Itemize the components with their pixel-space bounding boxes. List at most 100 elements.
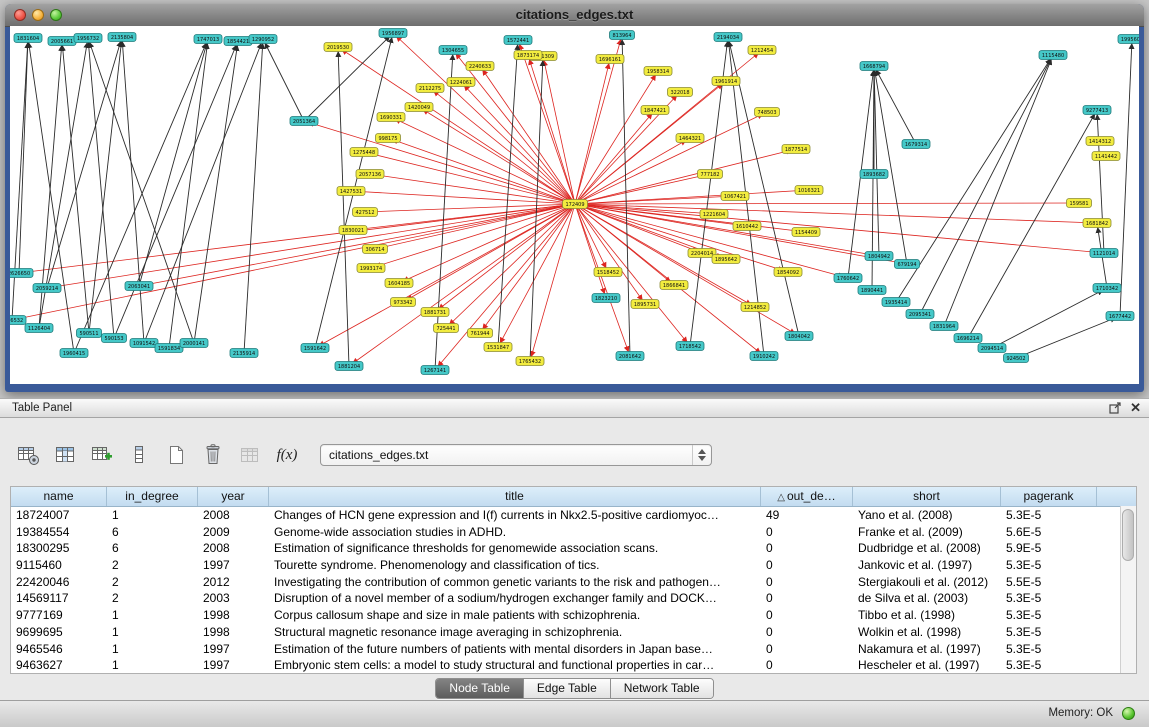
graph-node[interactable]: 1518452 (594, 268, 622, 277)
graph-node[interactable]: 1877514 (782, 145, 810, 154)
graph-node[interactable]: 2094514 (978, 344, 1006, 353)
table-row[interactable]: 1938455462009Genome-wide association stu… (11, 524, 1136, 541)
graph-node[interactable]: 590511 (77, 329, 102, 338)
delete-icon[interactable] (199, 442, 227, 468)
graph-node[interactable]: 1681842 (1083, 219, 1111, 228)
graph-node[interactable]: 679194 (895, 260, 920, 269)
graph-node[interactable]: 1591642 (301, 344, 329, 353)
column-header-short[interactable]: short (853, 487, 1001, 506)
graph-node[interactable]: 2081642 (616, 352, 644, 361)
show-column-icon[interactable] (125, 442, 153, 468)
graph-node[interactable]: 172409 (563, 200, 588, 209)
graph-node[interactable]: 159581 (1067, 199, 1092, 208)
graph-node[interactable]: 2019530 (324, 43, 352, 52)
table-row[interactable]: 946362711997Embryonic stem cells: a mode… (11, 657, 1136, 674)
tab-network-table[interactable]: Network Table (611, 679, 713, 698)
graph-node[interactable]: 1765432 (516, 357, 544, 366)
graph-node[interactable]: 1212454 (748, 46, 776, 55)
graph-node[interactable]: 1214852 (741, 303, 769, 312)
close-panel-icon[interactable]: ✕ (1130, 400, 1141, 416)
graph-node[interactable]: 1591834 (155, 344, 183, 353)
graph-node[interactable]: 1604185 (385, 279, 413, 288)
table-mode-icon[interactable] (14, 442, 42, 468)
graph-node[interactable]: 2063041 (125, 282, 153, 291)
graph-node[interactable]: 1679314 (902, 140, 930, 149)
graph-node[interactable]: 1610442 (733, 222, 761, 231)
graph-node[interactable]: 1890441 (858, 286, 886, 295)
graph-node[interactable]: 9277413 (1083, 106, 1111, 115)
graph-node[interactable]: 2112275 (416, 84, 444, 93)
graph-node[interactable]: 1847421 (641, 106, 669, 115)
graph-node[interactable]: 1956732 (74, 34, 102, 43)
column-header-name[interactable]: name (11, 487, 107, 506)
graph-node[interactable]: 1221604 (700, 210, 728, 219)
graph-node[interactable]: 2194034 (714, 33, 742, 42)
graph-node[interactable]: 1747013 (194, 35, 222, 44)
import-table-icon[interactable] (88, 442, 116, 468)
network-graph[interactable]: 1831604200566119567322135804174701318544… (10, 26, 1139, 384)
graph-node[interactable]: 2135804 (108, 33, 136, 42)
network-window-titlebar[interactable]: citations_edges.txt (5, 4, 1144, 27)
graph-node[interactable]: 1958314 (644, 67, 672, 76)
float-panel-icon[interactable] (1109, 402, 1122, 414)
graph-node[interactable]: 2057136 (356, 170, 384, 179)
graph-node[interactable]: 1572441 (504, 36, 532, 45)
show-columns-icon[interactable] (51, 442, 79, 468)
graph-node[interactable]: 1121014 (1090, 249, 1118, 258)
function-builder-icon[interactable]: f(x) (273, 442, 301, 468)
graph-node[interactable]: 1910242 (750, 352, 778, 361)
graph-node[interactable]: 427512 (353, 208, 378, 217)
graph-node[interactable]: 1677442 (1106, 312, 1134, 321)
graph-node[interactable]: 590153 (102, 334, 127, 343)
graph-node[interactable]: 306714 (363, 245, 388, 254)
graph-node[interactable]: 1275448 (350, 148, 378, 157)
graph-node[interactable]: 1956897 (379, 29, 407, 38)
graph-node[interactable]: 1067421 (721, 192, 749, 201)
table-row[interactable]: 1830029562008Estimation of significance … (11, 540, 1136, 557)
graph-node[interactable]: 1996532 (10, 316, 26, 325)
graph-node[interactable]: 1696214 (954, 334, 982, 343)
graph-node[interactable]: 1091542 (130, 339, 158, 348)
graph-node[interactable]: 1961914 (712, 77, 740, 86)
graph-node[interactable]: 1154409 (792, 228, 820, 237)
graph-node[interactable]: 1866841 (660, 281, 688, 290)
graph-node[interactable]: 1290952 (249, 35, 277, 44)
graph-node[interactable]: 1995602 (1118, 35, 1139, 44)
graph-node[interactable]: 1690331 (377, 113, 405, 122)
column-header-pagerank[interactable]: pagerank (1001, 487, 1097, 506)
graph-node[interactable]: 1960415 (60, 349, 88, 358)
graph-node[interactable]: 1126404 (25, 324, 53, 333)
graph-node[interactable]: 1804042 (785, 332, 813, 341)
graph-node[interactable]: 924502 (1004, 354, 1029, 363)
graph-node[interactable]: 1427531 (337, 187, 365, 196)
table-select-combo[interactable]: citations_edges.txt (320, 444, 712, 466)
graph-node[interactable]: 725441 (434, 324, 459, 333)
graph-node[interactable]: 1760642 (834, 274, 862, 283)
graph-node[interactable]: 1718542 (676, 342, 704, 351)
table-row[interactable]: 977716911998Corpus callosum shape and si… (11, 607, 1136, 624)
column-header-title[interactable]: title (269, 487, 761, 506)
graph-node[interactable]: 813964 (610, 31, 635, 40)
graph-node[interactable]: 1420049 (405, 103, 433, 112)
tab-edge-table[interactable]: Edge Table (524, 679, 611, 698)
graph-node[interactable]: 1710342 (1093, 284, 1121, 293)
table-row[interactable]: 946554611997Estimation of the future num… (11, 641, 1136, 658)
graph-node[interactable]: 998175 (376, 134, 401, 143)
graph-node[interactable]: 2135914 (230, 349, 258, 358)
graph-node[interactable]: 777182 (698, 170, 723, 179)
graph-node[interactable]: 1804942 (865, 252, 893, 261)
graph-node[interactable]: 1115480 (1039, 51, 1067, 60)
graph-node[interactable]: 1823210 (592, 294, 620, 303)
graph-node[interactable]: 322018 (668, 88, 693, 97)
graph-node[interactable]: 1831604 (14, 34, 42, 43)
new-document-icon[interactable] (162, 442, 190, 468)
table-row[interactable]: 1872400712008Changes of HCN gene express… (11, 507, 1136, 524)
graph-node[interactable]: 973342 (391, 298, 416, 307)
graph-node[interactable]: 2095341 (906, 310, 934, 319)
graph-node[interactable]: 1141442 (1092, 152, 1120, 161)
table-row[interactable]: 911546021997Tourette syndrome. Phenomeno… (11, 557, 1136, 574)
graph-node[interactable]: 2240633 (466, 62, 494, 71)
graph-node[interactable]: 2000141 (180, 339, 208, 348)
network-canvas[interactable]: 1831604200566119567322135804174701318544… (10, 26, 1139, 384)
graph-node[interactable]: 1696161 (596, 55, 624, 64)
